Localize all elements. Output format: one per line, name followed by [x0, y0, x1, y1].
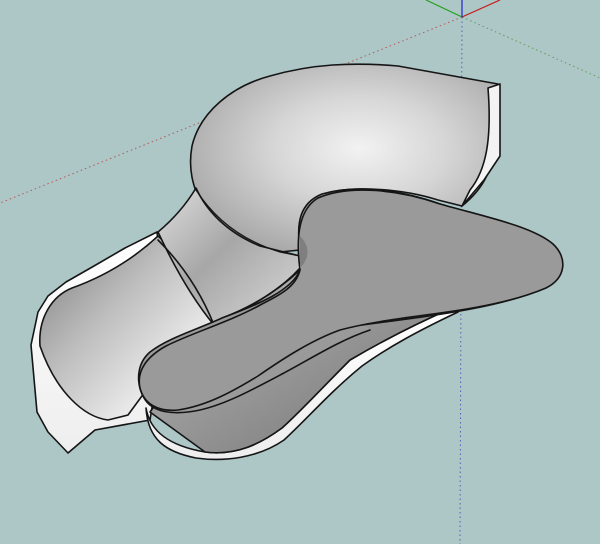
scene-svg	[0, 0, 600, 544]
red-axis	[461, 0, 501, 18]
3d-model-group[interactable]	[30, 63, 564, 461]
green-axis	[425, 0, 463, 18]
green-axis-dotted	[461, 16, 600, 79]
sketchup-3d-viewport[interactable]	[0, 0, 600, 544]
